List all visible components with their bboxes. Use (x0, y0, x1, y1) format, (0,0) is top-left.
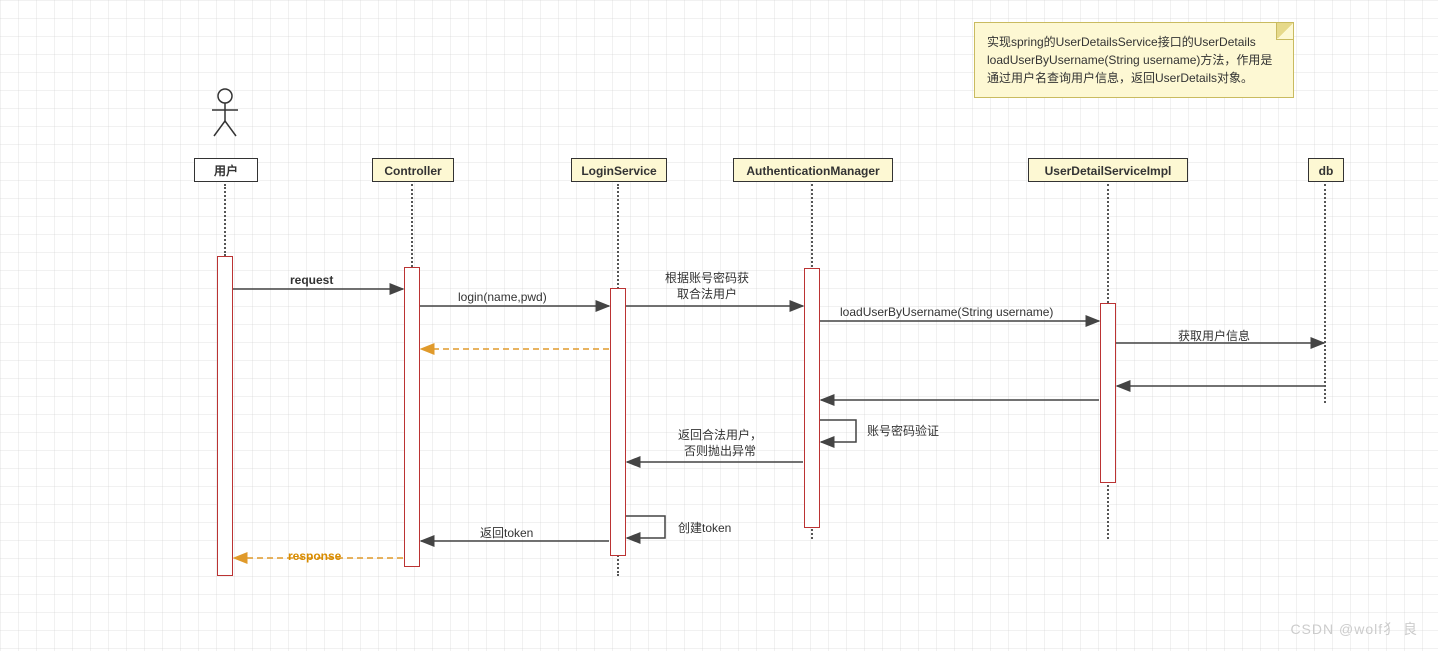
msg-request: request (290, 273, 333, 287)
lifeline-line (1324, 184, 1326, 403)
activation-user (217, 256, 233, 576)
lifeline-authmanager: AuthenticationManager (733, 158, 893, 182)
activation-userdetail (1100, 303, 1116, 483)
lifeline-userdetail: UserDetailServiceImpl (1028, 158, 1188, 182)
note-text: 实现spring的UserDetailsService接口的UserDetail… (987, 35, 1272, 85)
activation-controller (404, 267, 420, 567)
lifeline-controller: Controller (372, 158, 454, 182)
uml-note: 实现spring的UserDetailsService接口的UserDetail… (974, 22, 1294, 98)
msg-return-legal: 返回合法用户， 否则抛出异常 (650, 427, 790, 459)
msg-return-token: 返回token (480, 524, 533, 541)
msg-load-user: loadUserByUsername(String username) (840, 305, 1053, 319)
lifeline-db: db (1308, 158, 1344, 182)
msg-login: login(name,pwd) (458, 290, 547, 304)
activation-authmanager (804, 268, 820, 528)
msg-response: response (288, 549, 341, 563)
activation-loginservice (610, 288, 626, 556)
actor-icon (210, 88, 240, 141)
watermark: CSDN @wolf犭 良 (1290, 619, 1418, 639)
msg-get-legal: 根据账号密码获 取合法用户 (632, 270, 782, 302)
msg-verify: 账号密码验证 (867, 422, 939, 439)
lifeline-line (224, 184, 226, 256)
lifeline-user: 用户 (194, 158, 258, 182)
lifeline-loginservice: LoginService (571, 158, 667, 182)
note-fold-icon (1276, 23, 1293, 40)
msg-get-userinfo: 获取用户信息 (1178, 327, 1250, 344)
msg-create-token: 创建token (678, 519, 731, 536)
lifeline-line (411, 184, 413, 267)
